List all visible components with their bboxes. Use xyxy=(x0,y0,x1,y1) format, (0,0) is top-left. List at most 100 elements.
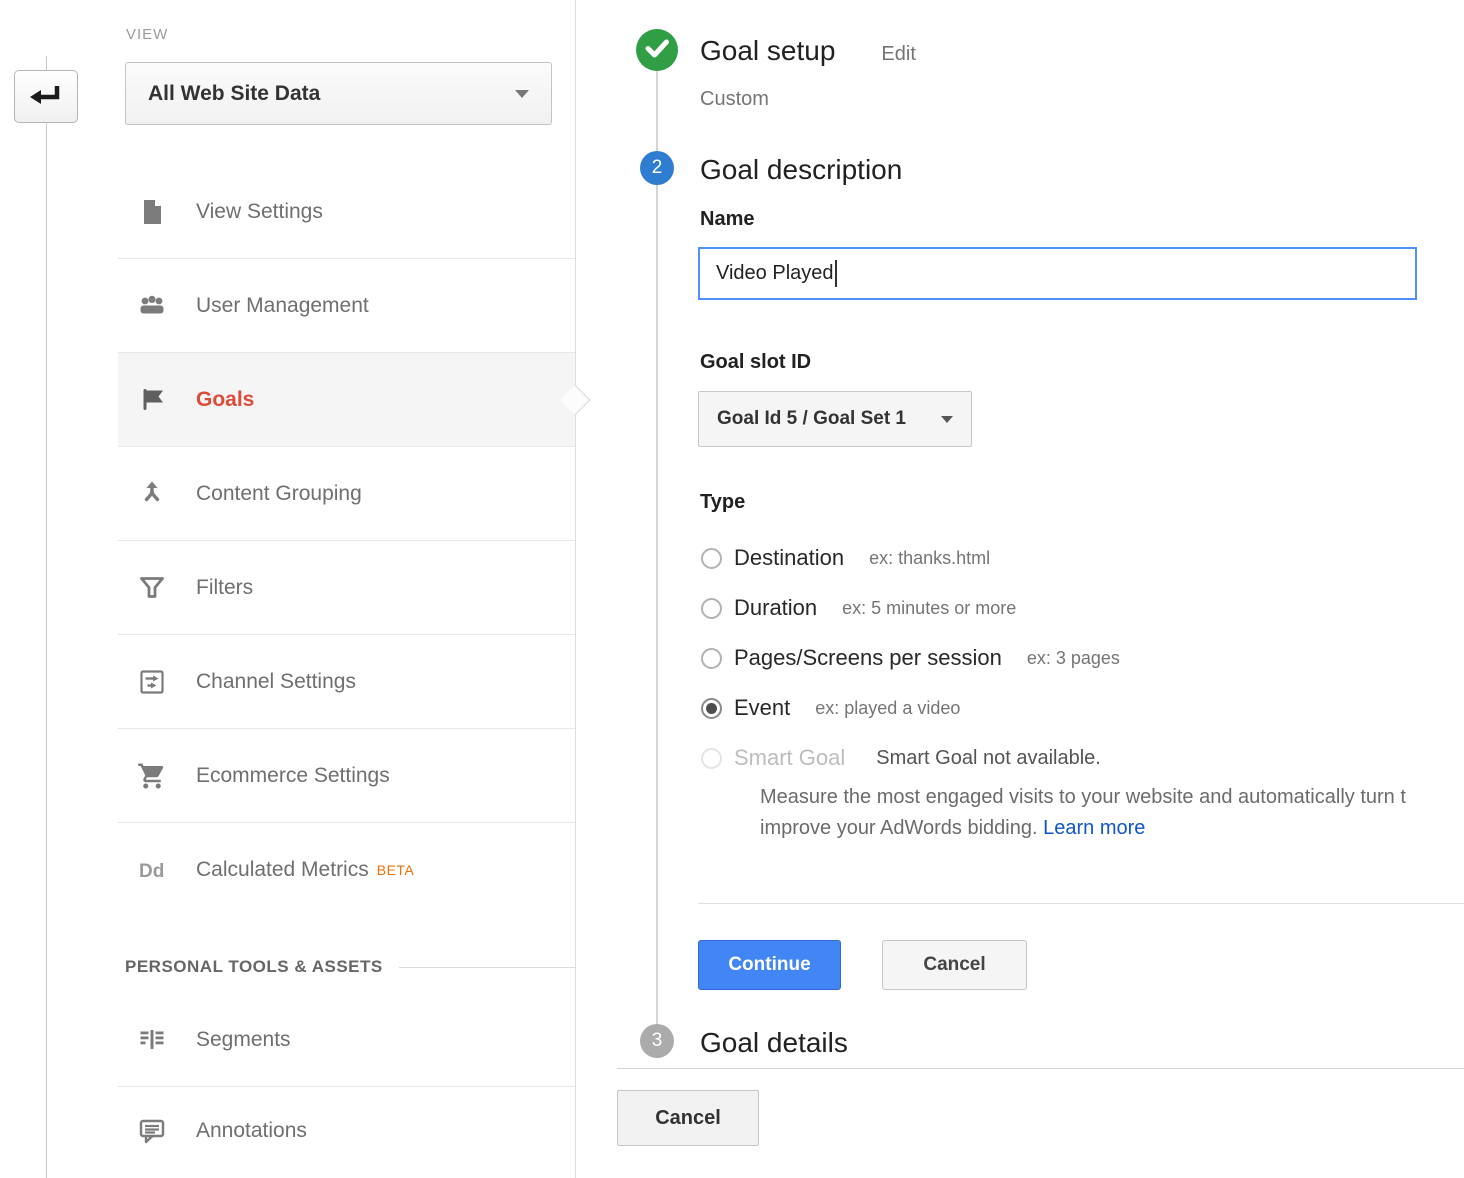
merge-icon xyxy=(134,479,170,509)
option-label: Event xyxy=(734,695,790,721)
caret-down-icon xyxy=(941,416,953,423)
option-hint: ex: 3 pages xyxy=(1027,648,1120,669)
sidebar-item-ecommerce-settings[interactable]: Ecommerce Settings xyxy=(118,729,575,823)
radio-disabled-icon xyxy=(701,748,722,769)
radio-icon[interactable] xyxy=(701,598,722,619)
radio-option-duration[interactable]: Duration ex: 5 minutes or more xyxy=(698,583,1464,633)
learn-more-link[interactable]: Learn more xyxy=(1043,817,1145,839)
beta-badge: BETA xyxy=(377,862,415,878)
cart-icon xyxy=(134,761,170,791)
sidebar-item-label: Annotations xyxy=(196,1119,307,1143)
dd-icon: Dd xyxy=(134,855,170,885)
radio-icon[interactable] xyxy=(701,548,722,569)
type-field-label: Type xyxy=(700,491,745,514)
check-icon xyxy=(636,27,678,74)
option-hint: ex: 5 minutes or more xyxy=(842,598,1016,619)
sidebar-item-label: Goals xyxy=(196,388,254,412)
step1-complete-badge xyxy=(636,29,678,71)
goal-slot-id-label: Goal slot ID xyxy=(700,351,811,374)
option-label: Smart Goal xyxy=(734,745,845,771)
step3-title: Goal details xyxy=(700,1025,848,1061)
smart-goal-description-line2: improve your AdWords bidding. Learn more xyxy=(760,813,1464,844)
smart-goal-description: Measure the most engaged visits to your … xyxy=(760,782,1464,844)
radio-option-event[interactable]: Event ex: played a video xyxy=(698,683,1464,733)
sidebar-item-goals[interactable]: Goals xyxy=(118,353,575,447)
caret-down-icon xyxy=(515,90,529,98)
goal-name-value: Video Played xyxy=(716,262,834,285)
option-hint: Smart Goal not available. xyxy=(876,747,1101,770)
sidebar-item-view-settings[interactable]: View Settings xyxy=(118,165,575,259)
goal-slot-id-value: Goal Id 5 / Goal Set 1 xyxy=(717,408,941,430)
edit-link[interactable]: Edit xyxy=(881,43,915,66)
sidebar-item-channel-settings[interactable]: Channel Settings xyxy=(118,635,575,729)
continue-button[interactable]: Continue xyxy=(698,940,841,990)
sidebar-item-label: Channel Settings xyxy=(196,670,356,694)
admin-rail-line xyxy=(46,56,47,1178)
step3-number: 3 xyxy=(652,1030,663,1052)
svg-text:Dd: Dd xyxy=(139,861,164,882)
section-divider xyxy=(698,903,1464,904)
sidebar-item-label: Content Grouping xyxy=(196,482,362,506)
back-button[interactable] xyxy=(14,70,78,123)
option-hint: ex: played a video xyxy=(815,698,960,719)
step2-title: Goal description xyxy=(700,152,902,188)
smart-goal-description-line1: Measure the most engaged visits to your … xyxy=(760,782,1464,813)
radio-icon[interactable] xyxy=(701,648,722,669)
step-connector-line xyxy=(656,50,658,1042)
sidebar-item-annotations[interactable]: Annotations xyxy=(118,1087,575,1175)
sidebar-right-border xyxy=(575,0,576,1178)
sidebar-item-label: Filters xyxy=(196,576,253,600)
sidebar-item-user-management[interactable]: User Management xyxy=(118,259,575,353)
smart-goal-description-line2-text: improve your AdWords bidding. xyxy=(760,817,1043,839)
option-hint: ex: thanks.html xyxy=(869,548,990,569)
sidebar-menu: View Settings User Management Goals xyxy=(118,165,575,1175)
section-header-rule xyxy=(399,967,575,968)
text-cursor xyxy=(835,260,837,287)
annotation-icon xyxy=(134,1116,170,1146)
radio-option-destination[interactable]: Destination ex: thanks.html xyxy=(698,533,1464,583)
sidebar-item-label: Calculated Metrics xyxy=(196,858,369,882)
step2-number: 2 xyxy=(652,157,663,179)
channel-icon xyxy=(134,667,170,697)
flag-icon xyxy=(134,385,170,415)
option-label: Destination xyxy=(734,545,844,571)
sidebar-item-segments[interactable]: Segments xyxy=(118,993,575,1087)
radio-option-smart-goal: Smart Goal Smart Goal not available. xyxy=(698,733,1464,783)
footer-cancel-button[interactable]: Cancel xyxy=(617,1090,759,1146)
radio-selected-icon[interactable] xyxy=(701,698,722,719)
step2-number-badge: 2 xyxy=(640,151,674,185)
sidebar-item-label: User Management xyxy=(196,294,369,318)
step3-number-badge: 3 xyxy=(640,1024,674,1058)
step3-header: Goal details xyxy=(700,1025,848,1061)
goal-details-divider xyxy=(617,1068,1464,1069)
funnel-icon xyxy=(134,573,170,603)
step2-header: Goal description xyxy=(700,152,902,188)
name-field-label: Name xyxy=(700,208,754,231)
users-icon xyxy=(134,291,170,321)
radio-option-pages-per-session[interactable]: Pages/Screens per session ex: 3 pages xyxy=(698,633,1464,683)
step1-value: Custom xyxy=(700,88,769,111)
view-selector-value: All Web Site Data xyxy=(148,82,515,106)
option-label: Pages/Screens per session xyxy=(734,645,1002,671)
goal-slot-id-dropdown[interactable]: Goal Id 5 / Goal Set 1 xyxy=(698,391,972,447)
view-section-label: VIEW xyxy=(126,26,168,43)
sidebar-item-label: Ecommerce Settings xyxy=(196,764,390,788)
goal-type-options: Destination ex: thanks.html Duration ex:… xyxy=(698,533,1464,783)
sidebar-item-label: View Settings xyxy=(196,200,323,224)
goal-name-input[interactable]: Video Played xyxy=(698,247,1417,300)
sidebar-item-content-grouping[interactable]: Content Grouping xyxy=(118,447,575,541)
option-label: Duration xyxy=(734,595,817,621)
personal-tools-section-header: PERSONAL TOOLS & ASSETS xyxy=(125,957,575,977)
sidebar-item-filters[interactable]: Filters xyxy=(118,541,575,635)
sidebar-item-label: Segments xyxy=(196,1028,291,1052)
sidebar-item-calculated-metrics[interactable]: Dd Calculated Metrics BETA xyxy=(118,823,575,917)
back-arrow-icon xyxy=(28,79,64,114)
view-selector-dropdown[interactable]: All Web Site Data xyxy=(125,62,552,125)
goal-setup-main-panel: Goal setup Edit Custom 2 Goal descriptio… xyxy=(576,0,1464,1178)
step1-header: Goal setup Edit xyxy=(700,33,916,69)
cancel-button[interactable]: Cancel xyxy=(882,940,1027,990)
step1-title: Goal setup xyxy=(700,33,835,69)
document-icon xyxy=(134,197,170,227)
segments-icon xyxy=(134,1025,170,1055)
personal-tools-label: PERSONAL TOOLS & ASSETS xyxy=(125,957,383,977)
